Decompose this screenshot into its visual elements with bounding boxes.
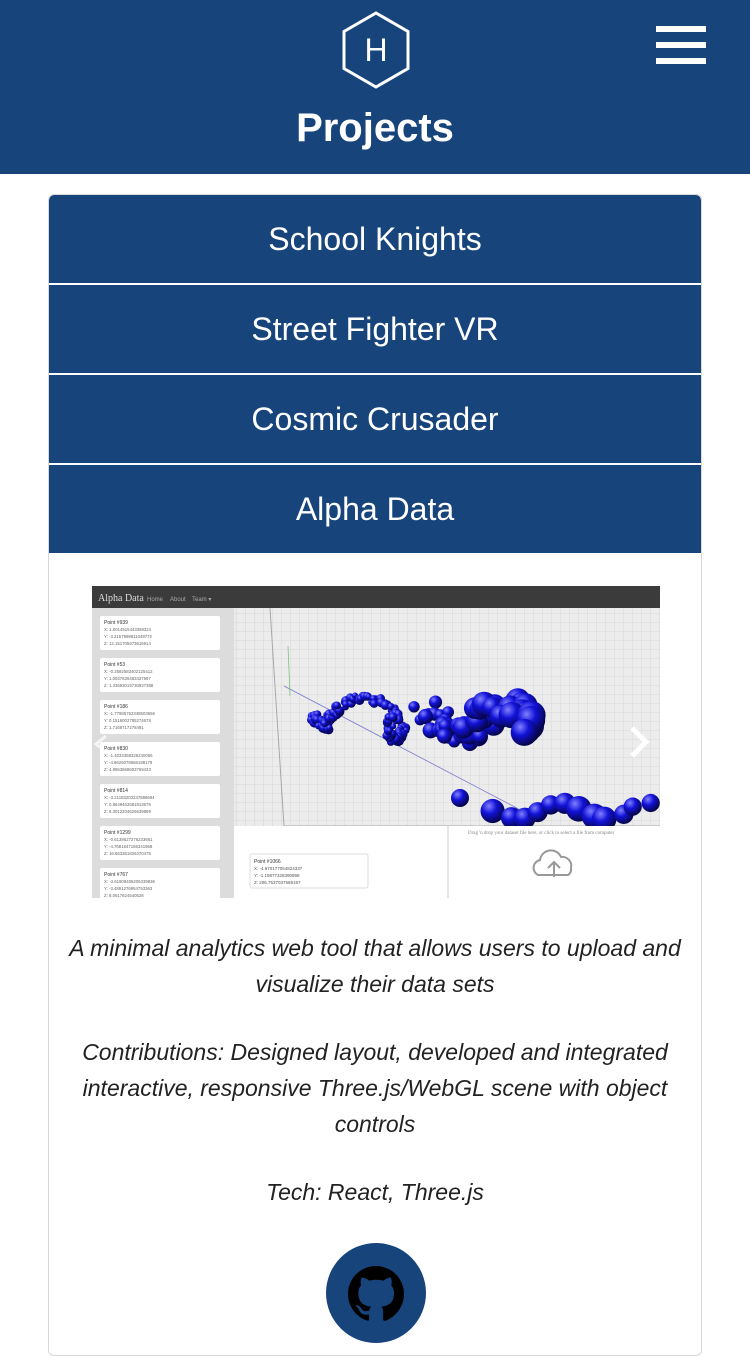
svg-text:X: -4.670177054824337: X: -4.670177054824337: [254, 866, 303, 871]
hamburger-menu-icon[interactable]: [656, 26, 706, 64]
svg-text:Z: 16.663361826370475: Z: 16.663361826370475: [104, 851, 151, 856]
scatter-sphere: [388, 712, 398, 722]
svg-text:Point #830: Point #830: [104, 746, 128, 752]
screenshot-point-card: Point #939X: 1.0014515443368324 Y: -3.215…: [100, 616, 220, 650]
svg-text:Z: 206.7537037569187: Z: 206.7537037569187: [254, 880, 301, 885]
scatter-sphere: [641, 793, 660, 813]
hexagon-logo-icon[interactable]: H: [340, 10, 412, 90]
svg-text:Y: -3.4891276954753363: Y: -3.4891276954753363: [104, 886, 153, 891]
svg-text:Point #1299: Point #1299: [104, 830, 131, 836]
screenshot-point-card: Point #767X: -3.61909406206339836 Y: -3.4…: [100, 868, 220, 898]
screenshot-point-card: Point #814X: -3.21183203247888694 Y: 0.86…: [100, 784, 220, 818]
svg-text:X: -0.6138627276233661: X: -0.6138627276233661: [104, 837, 153, 842]
screenshot-nav-team: Team ▾: [192, 597, 211, 603]
screenshot-brand: Alpha Data: [98, 593, 144, 604]
svg-text:Point #767: Point #767: [104, 872, 128, 878]
project-contributions: Contributions: Designed layout, develope…: [82, 1039, 668, 1137]
scatter-sphere: [333, 701, 341, 710]
scatter-sphere: [417, 708, 434, 725]
svg-text:Y: -4.8626078656188179: Y: -4.8626078656188179: [104, 760, 153, 765]
screenshot-point-card: Point #830X: -1.4033358326240066 Y: -4.86…: [100, 742, 220, 776]
projects-accordion: School Knights Street Fighter VR Cosmic …: [48, 194, 702, 1356]
svg-text:Y: -4.7681647165341968: Y: -4.7681647165341968: [104, 844, 153, 849]
scatter-sphere: [408, 701, 420, 713]
project-tab-school-knights[interactable]: School Knights: [49, 195, 701, 283]
page-title: Projects: [296, 106, 454, 150]
svg-text:Y: 1.0047636483427997: Y: 1.0047636483427997: [104, 676, 151, 681]
svg-text:Z: 8.0617624540528: Z: 8.0617624540528: [104, 893, 144, 898]
project-description: A minimal analytics web tool that allows…: [69, 935, 681, 997]
screenshot-point-card: Point #1299X: -0.6138627276233661 Y: -4.7…: [100, 826, 220, 860]
svg-text:Y: 0.8649462681913676: Y: 0.8649462681913676: [104, 802, 151, 807]
scatter-sphere: [623, 797, 642, 816]
svg-text:X: 1.0014515443368324: X: 1.0014515443368324: [104, 627, 152, 632]
svg-text:X: -3.21183203247888694: X: -3.21183203247888694: [104, 795, 155, 800]
svg-text:Point #53: Point #53: [104, 662, 125, 668]
logo-letter: H: [364, 32, 387, 68]
svg-text:X: -1.77985762348503556: X: -1.77985762348503556: [104, 711, 156, 716]
screenshot-point-card: Point #186X: -1.77985762348503556 Y: 0.15…: [100, 700, 220, 734]
site-header: H Projects: [0, 0, 750, 174]
scatter-sphere: [510, 718, 538, 746]
svg-text:Z: 4.8963668603769433: Z: 4.8963668603769433: [104, 767, 151, 772]
scatter-sphere: [428, 695, 443, 709]
svg-text:X: -0.2592583402125412: X: -0.2592583402125412: [104, 669, 153, 674]
screenshot-nav-home: Home: [147, 597, 164, 603]
screenshot-tooltip: Point #1066 X: -4.670177054824337 Y: -1.…: [249, 853, 369, 889]
svg-text:Point #1066: Point #1066: [254, 859, 281, 865]
project-tab-cosmic-crusader[interactable]: Cosmic Crusader: [49, 375, 701, 463]
screenshot-dropzone-text: Drag 'n drop your dataset file here, or …: [468, 831, 615, 836]
project-screenshot: Alpha Data Home About Team ▾ Point #939 X…: [92, 586, 660, 898]
scatter-sphere: [451, 789, 469, 807]
github-icon[interactable]: [326, 1243, 426, 1343]
svg-text:X: -1.4033358326240066: X: -1.4033358326240066: [104, 753, 153, 758]
scatter-sphere: [436, 728, 452, 744]
svg-text:Z: 12.151705673616914: Z: 12.151705673616914: [104, 641, 151, 646]
svg-text:Y: -1.19877328390898: Y: -1.19877328390898: [254, 873, 300, 878]
project-tech: Tech: React, Three.js: [266, 1179, 484, 1205]
svg-text:Point #186: Point #186: [104, 704, 128, 710]
screenshot-point-card: Point #53X: -0.2592583402125412 Y: 1.0047…: [100, 658, 220, 692]
svg-text:Z: 1.33593015730937388: Z: 1.33593015730937388: [104, 683, 154, 688]
svg-text:Point #814: Point #814: [104, 788, 128, 794]
svg-text:X: -3.61909406206339836: X: -3.61909406206339836: [104, 879, 156, 884]
svg-text:Y: -3.2157998811049772: Y: -3.2157998811049772: [104, 634, 153, 639]
project-tab-alpha-data[interactable]: Alpha Data: [49, 465, 701, 553]
svg-text:Z: 8.3012204626639899: Z: 8.3012204626639899: [104, 809, 151, 814]
svg-text:Z: 1.7168717278491: Z: 1.7168717278491: [104, 725, 144, 730]
screenshot-nav-about: About: [170, 597, 186, 603]
svg-text:Point #939: Point #939: [104, 620, 128, 626]
svg-text:Y: 0.1516002785274678: Y: 0.1516002785274678: [104, 718, 151, 723]
project-tab-street-fighter-vr[interactable]: Street Fighter VR: [49, 285, 701, 373]
